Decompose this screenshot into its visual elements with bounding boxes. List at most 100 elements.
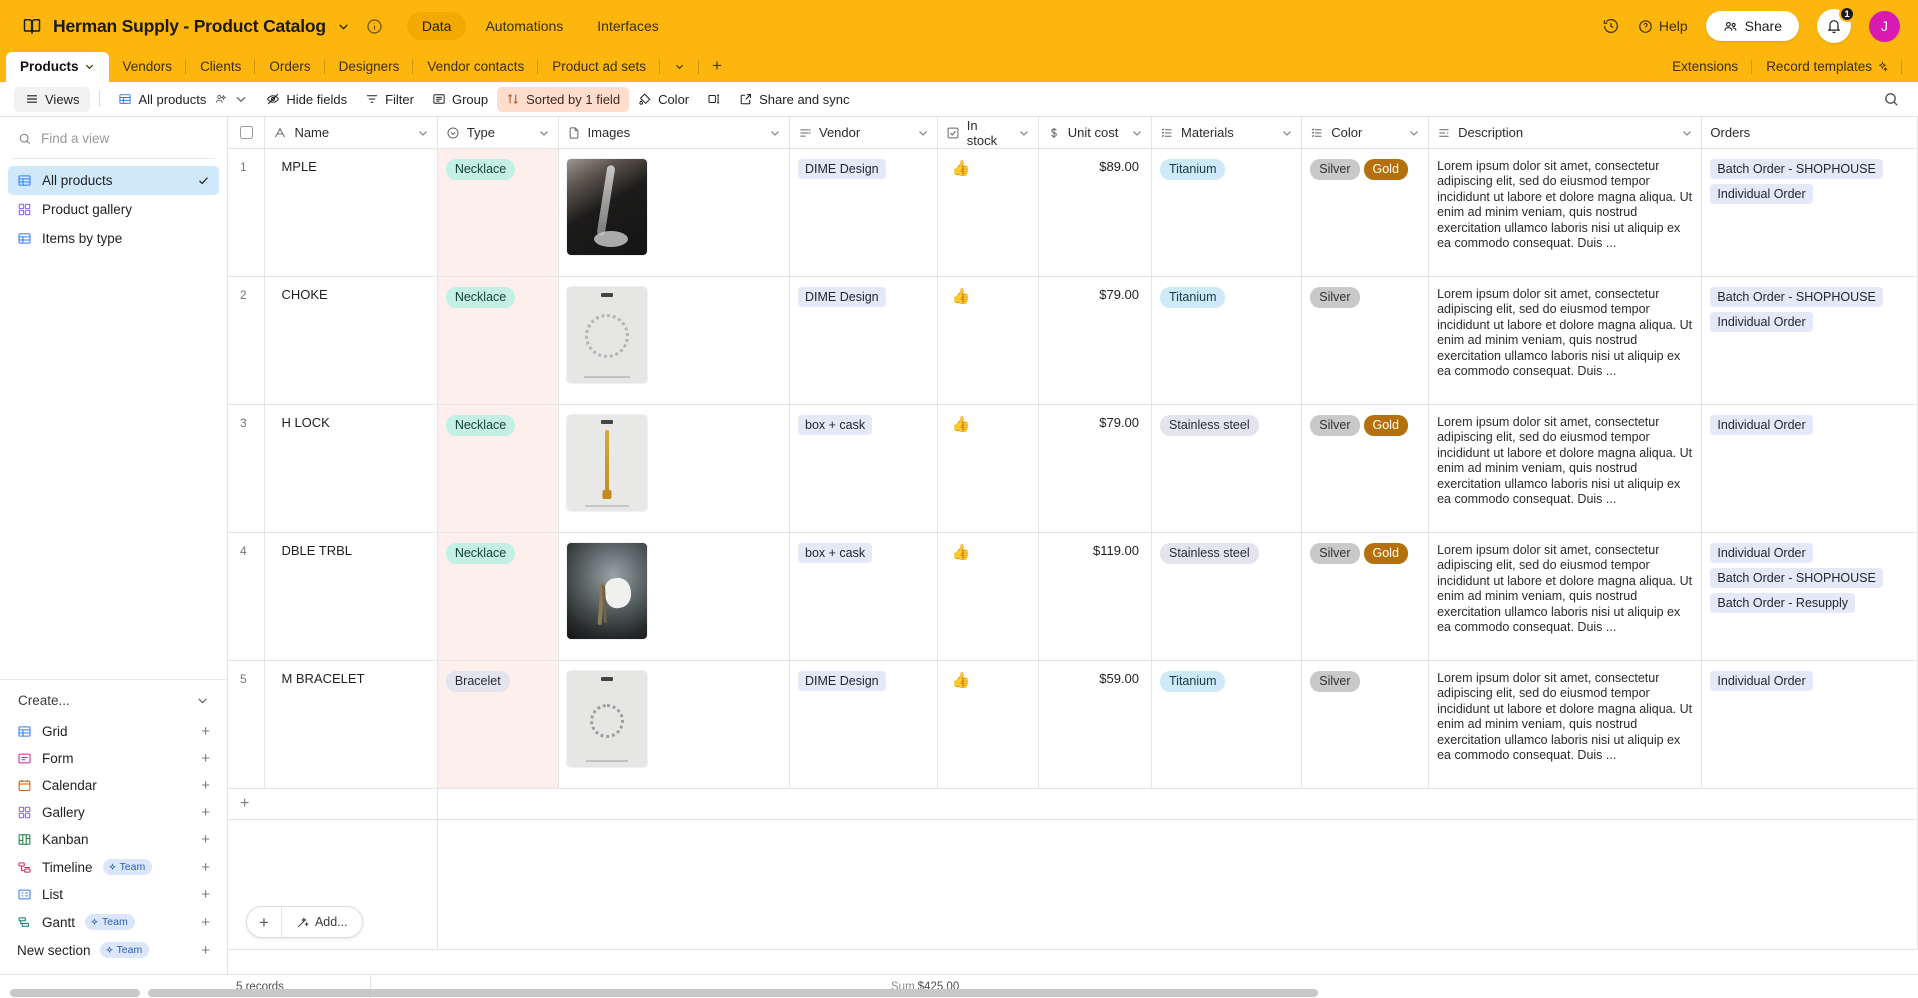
- filter-button[interactable]: Filter: [356, 87, 423, 112]
- hide-fields-button[interactable]: Hide fields: [257, 87, 356, 112]
- column-header-in-stock[interactable]: In stock: [937, 117, 1039, 149]
- column-header-type[interactable]: Type: [437, 117, 559, 149]
- avatar[interactable]: J: [1869, 10, 1900, 42]
- cell-name[interactable]: H LOCK: [264, 404, 438, 533]
- vendor-link[interactable]: DIME Design: [798, 287, 886, 307]
- cell-type[interactable]: Necklace: [437, 404, 559, 533]
- column-header-vendor[interactable]: Vendor: [789, 117, 938, 149]
- table-row[interactable]: 4 DBLE TRBL Necklace box + cask 👍 $119.0…: [228, 532, 1918, 661]
- order-link[interactable]: Individual Order: [1710, 312, 1813, 332]
- cell-images[interactable]: [558, 660, 790, 789]
- plus-icon[interactable]: +: [228, 789, 437, 819]
- table-row[interactable]: 2 CHOKE Necklace DIME Design 👍 $79.00 Ti…: [228, 276, 1918, 405]
- cell-in-stock[interactable]: 👍: [937, 404, 1039, 533]
- cell-unit-cost[interactable]: $79.00: [1038, 276, 1153, 405]
- cell-orders[interactable]: Individual Order Batch Order - SHOPHOUSE…: [1701, 532, 1918, 661]
- select-all-header[interactable]: [228, 117, 266, 149]
- plus-icon[interactable]: +: [201, 915, 210, 930]
- vendor-link[interactable]: DIME Design: [798, 671, 886, 691]
- plus-icon[interactable]: +: [201, 832, 210, 847]
- share-button[interactable]: Share: [1705, 11, 1799, 41]
- current-view-button[interactable]: All products: [109, 87, 257, 112]
- create-grid-view[interactable]: Grid +: [8, 718, 219, 745]
- attachment-thumbnail[interactable]: [566, 287, 647, 383]
- cell-unit-cost[interactable]: $119.00: [1038, 532, 1153, 661]
- cell-type[interactable]: Necklace: [437, 148, 559, 277]
- column-header-name[interactable]: Name: [264, 117, 438, 149]
- sidebar-item-product-gallery[interactable]: Product gallery: [8, 195, 219, 224]
- horizontal-scrollbar[interactable]: [0, 989, 1918, 998]
- table-tab-vendor-contacts[interactable]: Vendor contacts: [413, 52, 539, 82]
- plus-icon[interactable]: +: [201, 860, 210, 875]
- cell-orders[interactable]: Individual Order: [1701, 404, 1918, 533]
- cell-color[interactable]: Silver: [1301, 660, 1430, 789]
- create-form-view[interactable]: Form +: [8, 745, 219, 772]
- create-gallery-view[interactable]: Gallery +: [8, 799, 219, 826]
- grid-scroll-area[interactable]: Name Type Images Vendor In stock Unit co…: [228, 117, 1918, 974]
- plus-icon[interactable]: +: [201, 887, 210, 902]
- column-header-unit-cost[interactable]: Unit cost: [1038, 117, 1153, 149]
- plus-icon[interactable]: +: [201, 724, 210, 739]
- nav-tab-data[interactable]: Data: [406, 12, 467, 40]
- cell-in-stock[interactable]: 👍: [937, 276, 1039, 405]
- column-header-description[interactable]: Description: [1428, 117, 1703, 149]
- cell-orders[interactable]: Batch Order - SHOPHOUSE Individual Order: [1701, 276, 1918, 405]
- cell-vendor[interactable]: box + cask: [789, 532, 938, 661]
- table-tab-product-ad-sets[interactable]: Product ad sets: [538, 52, 660, 82]
- cell-description[interactable]: Lorem ipsum dolor sit amet, consectetur …: [1428, 660, 1703, 789]
- cell-images[interactable]: [558, 148, 790, 277]
- cell-name[interactable]: CHOKE: [264, 276, 438, 405]
- chevron-down-icon[interactable]: [84, 61, 95, 72]
- color-button[interactable]: Color: [629, 87, 698, 112]
- cell-color[interactable]: Silver Gold: [1301, 404, 1430, 533]
- scrollbar-thumb[interactable]: [148, 989, 1318, 997]
- create-calendar-view[interactable]: Calendar +: [8, 772, 219, 799]
- new-section-button[interactable]: New section Team +: [8, 936, 219, 964]
- order-link[interactable]: Batch Order - SHOPHOUSE: [1710, 568, 1883, 588]
- notifications-button[interactable]: 1: [1817, 6, 1855, 43]
- workspace-brand[interactable]: Herman Supply - Product Catalog: [22, 16, 383, 37]
- cell-color[interactable]: Silver Gold: [1301, 148, 1430, 277]
- attachment-thumbnail[interactable]: [566, 543, 647, 639]
- attachment-thumbnail[interactable]: [566, 415, 647, 511]
- cell-in-stock[interactable]: 👍: [937, 532, 1039, 661]
- cell-description[interactable]: Lorem ipsum dolor sit amet, consectetur …: [1428, 276, 1703, 405]
- column-header-orders[interactable]: Orders: [1701, 117, 1918, 149]
- share-and-sync-button[interactable]: Share and sync: [730, 87, 858, 112]
- order-link[interactable]: Batch Order - Resupply: [1710, 593, 1856, 613]
- cell-vendor[interactable]: box + cask: [789, 404, 938, 533]
- table-tabs-overflow-button[interactable]: [660, 52, 700, 82]
- cell-color[interactable]: Silver: [1301, 276, 1430, 405]
- chevron-down-icon[interactable]: [337, 20, 350, 33]
- record-templates-button[interactable]: Record templates: [1752, 52, 1902, 82]
- cell-images[interactable]: [558, 276, 790, 405]
- create-list-view[interactable]: List +: [8, 881, 219, 908]
- cell-images[interactable]: [558, 532, 790, 661]
- nav-tab-automations[interactable]: Automations: [470, 12, 578, 40]
- cell-materials[interactable]: Stainless steel: [1151, 404, 1303, 533]
- table-tab-designers[interactable]: Designers: [325, 52, 414, 82]
- column-header-images[interactable]: Images: [558, 117, 790, 149]
- chevron-down-icon[interactable]: [196, 694, 209, 707]
- column-header-color[interactable]: Color: [1301, 117, 1430, 149]
- cell-description[interactable]: Lorem ipsum dolor sit amet, consectetur …: [1428, 532, 1703, 661]
- vendor-link[interactable]: box + cask: [798, 543, 873, 563]
- views-button[interactable]: Views: [14, 86, 91, 112]
- plus-icon[interactable]: +: [201, 805, 210, 820]
- info-icon[interactable]: [366, 18, 383, 35]
- table-tab-products[interactable]: Products: [6, 52, 109, 82]
- column-header-materials[interactable]: Materials: [1151, 117, 1303, 149]
- create-section-header[interactable]: Create...: [0, 679, 227, 718]
- add-record-floating-button[interactable]: + Add...: [246, 906, 363, 938]
- nav-tab-interfaces[interactable]: Interfaces: [582, 12, 673, 40]
- cell-name[interactable]: DBLE TRBL: [264, 532, 438, 661]
- scrollbar-left-segment[interactable]: [10, 989, 140, 997]
- cell-name[interactable]: MPLE: [264, 148, 438, 277]
- row-height-button[interactable]: [698, 87, 730, 111]
- search-icon[interactable]: [1883, 91, 1900, 108]
- create-timeline-view[interactable]: Timeline Team +: [8, 853, 219, 881]
- select-all-checkbox[interactable]: [239, 126, 253, 139]
- create-kanban-view[interactable]: Kanban +: [8, 826, 219, 853]
- cell-type[interactable]: Bracelet: [437, 660, 559, 789]
- history-icon[interactable]: [1602, 17, 1620, 35]
